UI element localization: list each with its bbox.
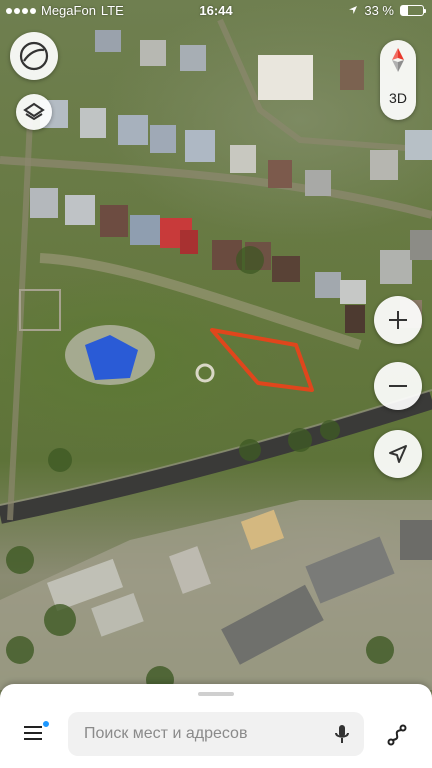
layers-button[interactable]	[16, 94, 52, 130]
minus-icon	[389, 385, 407, 387]
search-placeholder: Поиск мест и адресов	[84, 725, 248, 742]
zoom-out-button[interactable]	[374, 362, 422, 410]
search-input[interactable]: Поиск мест и адресов	[68, 712, 364, 756]
plus-icon	[389, 311, 407, 329]
menu-button[interactable]	[16, 716, 50, 750]
route-icon	[387, 724, 407, 746]
gps-compass-button[interactable]	[10, 32, 58, 80]
battery-icon	[400, 5, 426, 16]
microphone-icon	[335, 725, 349, 743]
notification-dot	[42, 720, 50, 728]
satellite-map[interactable]	[0, 0, 432, 768]
location-arrow-icon	[348, 3, 358, 18]
locate-me-button[interactable]	[374, 430, 422, 478]
zoom-in-button[interactable]	[374, 296, 422, 344]
battery-percent: 33 %	[364, 3, 394, 18]
3d-mode-button[interactable]: 3D	[380, 90, 416, 106]
hamburger-menu-icon	[24, 726, 42, 740]
satellite-imagery	[0, 18, 432, 694]
compass-icon	[392, 48, 404, 72]
status-bar: MegaFon LTE 16:44 33 %	[0, 0, 432, 22]
panel-drag-handle[interactable]	[198, 692, 234, 696]
highlighted-plot-outline	[210, 328, 314, 392]
compass-3d-control: 3D	[380, 40, 416, 120]
gps-compass-icon	[19, 41, 49, 71]
voice-search-button[interactable]	[330, 722, 354, 746]
compass-button[interactable]	[380, 46, 416, 76]
layers-icon	[23, 102, 45, 121]
bottom-search-panel: Поиск мест и адресов	[0, 684, 432, 768]
navigation-arrow-icon	[389, 445, 407, 463]
route-button[interactable]	[380, 718, 414, 752]
